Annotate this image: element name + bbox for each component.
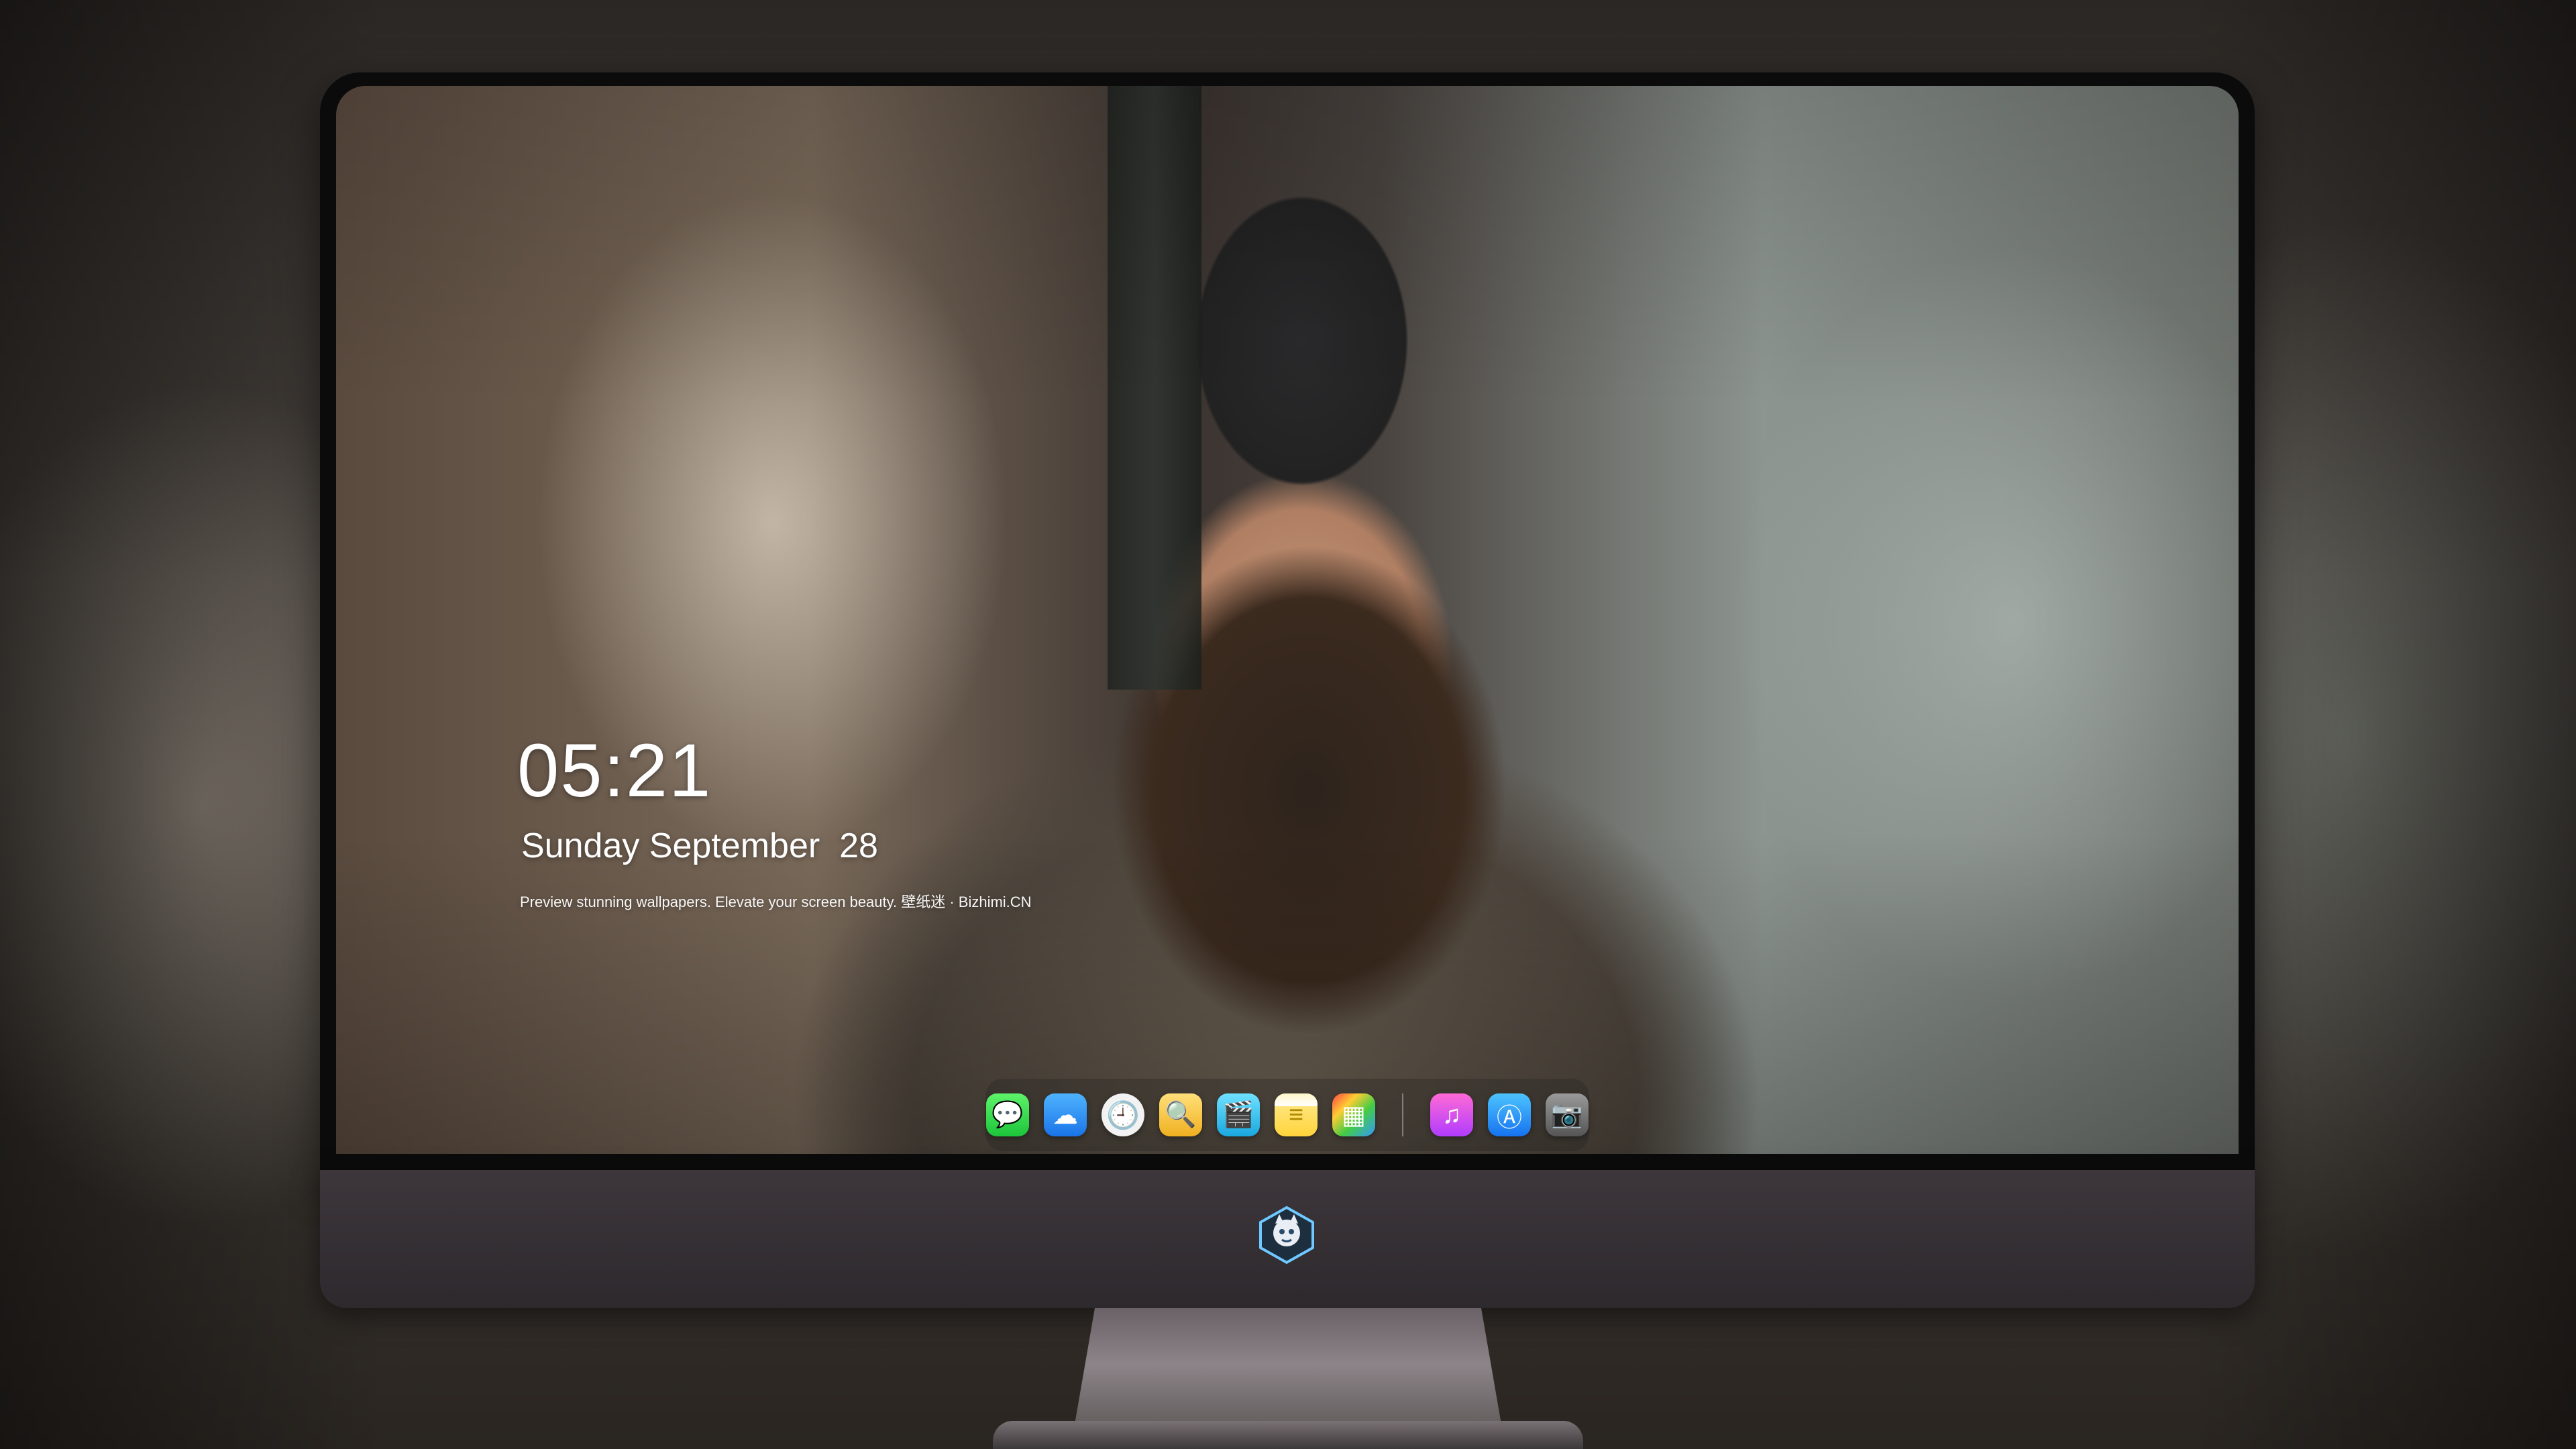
music-icon[interactable]: ♫ xyxy=(1430,1093,1473,1136)
weather-icon[interactable]: ☁ xyxy=(1044,1093,1087,1136)
dock: 💬 ☁ 🕘 🔍 🎬 ≡ ▦ ♫ Ⓐ 📷 xyxy=(985,1079,1589,1151)
lockscreen-clock-widget: 05:21 Sunday September 28 Preview stunni… xyxy=(517,733,1032,912)
app-store-icon[interactable]: Ⓐ xyxy=(1488,1093,1531,1136)
messages-icon[interactable]: 💬 xyxy=(986,1093,1029,1136)
photos-icon[interactable]: ▦ xyxy=(1332,1093,1375,1136)
imac-monitor: 05:21 Sunday September 28 Preview stunni… xyxy=(320,72,2255,1308)
wallpaper-screen: 05:21 Sunday September 28 Preview stunni… xyxy=(336,86,2239,1154)
wallpaper-tagline: Preview stunning wallpapers. Elevate you… xyxy=(520,894,1032,910)
monitor-stand-base xyxy=(993,1421,1583,1449)
brand-logo-icon xyxy=(1259,1205,1314,1265)
clock-date: Sunday September 28 xyxy=(521,826,878,865)
clips-icon[interactable]: 🎬 xyxy=(1217,1093,1260,1136)
clock-time: 05:21 xyxy=(517,729,712,812)
monitor-chin xyxy=(320,1170,2255,1308)
clock-icon[interactable]: 🕘 xyxy=(1102,1093,1144,1136)
monitor-bezel: 05:21 Sunday September 28 Preview stunni… xyxy=(320,72,2255,1170)
preview-icon[interactable]: 🔍 xyxy=(1159,1093,1202,1136)
notes-icon[interactable]: ≡ xyxy=(1275,1093,1318,1136)
dock-separator xyxy=(1402,1093,1403,1136)
camera-icon[interactable]: 📷 xyxy=(1546,1093,1589,1136)
